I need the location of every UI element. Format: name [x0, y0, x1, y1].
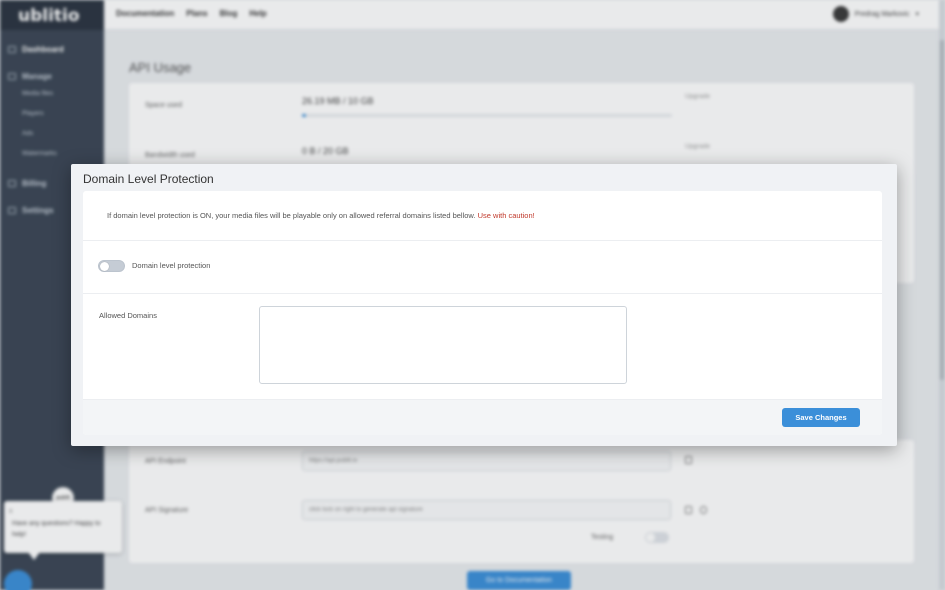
toggle-knob — [100, 262, 109, 271]
domain-protection-toggle[interactable] — [98, 260, 125, 272]
divider — [83, 293, 882, 294]
modal-body: If domain level protection is ON, your m… — [83, 191, 882, 435]
domain-protection-modal: Domain Level Protection If domain level … — [71, 164, 897, 446]
modal-title: Domain Level Protection — [83, 172, 214, 186]
save-changes-button[interactable]: Save Changes — [782, 408, 860, 427]
modal-footer: Save Changes — [83, 399, 882, 435]
notice-text: If domain level protection is ON, your m… — [107, 211, 476, 220]
allowed-domains-textarea[interactable] — [259, 306, 627, 384]
caution-text: Use with caution! — [477, 211, 535, 220]
divider — [83, 240, 882, 241]
domain-protection-label: Domain level protection — [132, 261, 211, 270]
protection-notice: If domain level protection is ON, your m… — [107, 211, 535, 220]
allowed-domains-label: Allowed Domains — [99, 311, 157, 320]
